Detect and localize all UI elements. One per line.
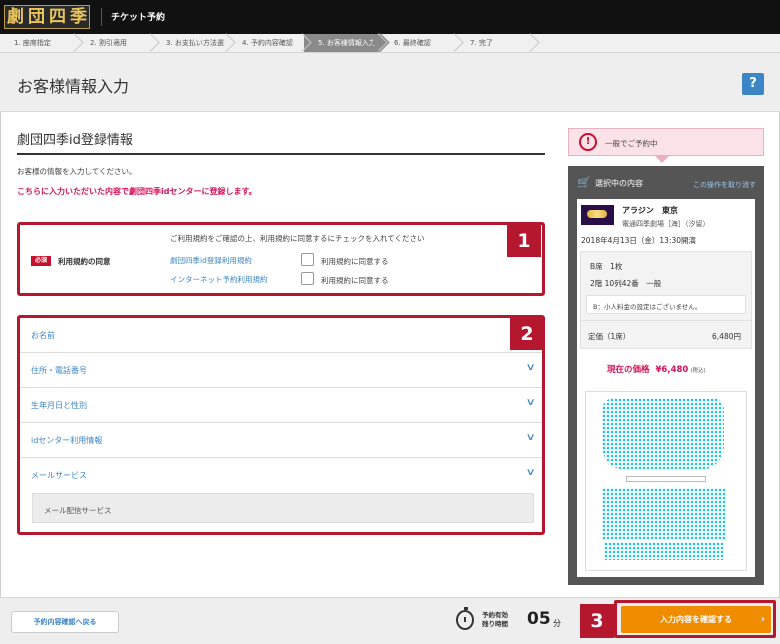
list-price-value: 6,480円 [712, 332, 741, 341]
logo-char: 季 [70, 7, 87, 27]
accordion-birthdate-gender[interactable]: 生年月日と性別 ∨ [20, 388, 542, 423]
selection-summary-panel: 🛒 選択中の内容 この操作を取り消す アラジン 東京 電通四季劇場［海］（汐留）… [568, 166, 764, 585]
logo-char: 劇 [7, 7, 24, 27]
shiki-id-terms-checkbox[interactable] [301, 253, 314, 266]
confirm-button-label: 入力内容を確認する [660, 615, 732, 624]
cart-icon: 🛒 [577, 176, 591, 189]
current-price: 現在の価格 ¥6,480 (税込) [607, 363, 706, 375]
selection-title: 選択中の内容 [595, 179, 643, 188]
alert-icon: ! [579, 133, 597, 151]
confirm-input-button[interactable]: 入力内容を確認する › [621, 606, 771, 633]
checkbox-label[interactable]: 利用規約に同意する [321, 256, 389, 267]
cancel-operation-link[interactable]: この操作を取り消す [693, 180, 756, 190]
accordion-label: 生年月日と性別 [31, 401, 87, 410]
seat-map-rear-section [604, 542, 724, 560]
internet-booking-terms-link[interactable]: インターネット予約利用規約 [170, 274, 268, 285]
required-badge: 必須 [31, 256, 51, 266]
chevron-down-icon: ∨ [525, 432, 536, 443]
section-title: 劇団四季id登録情報 [17, 133, 133, 148]
booking-mode-text: 一般でご予約中 [605, 139, 658, 148]
intro-text: お客様の情報を入力してください。 [17, 167, 137, 176]
seat-map-upper-section [602, 398, 724, 470]
chevron-down-icon: ∨ [525, 397, 536, 408]
step-2: 2. 割引適用 [76, 34, 152, 52]
selection-details: アラジン 東京 電通四季劇場［海］（汐留） 2018年4月13日（金）13:30… [577, 199, 755, 577]
callout-badge-1: 1 [507, 225, 541, 257]
current-price-value: ¥6,480 [655, 365, 689, 375]
booking-mode-status: ! 一般でご予約中 [568, 128, 764, 156]
section-divider [17, 153, 545, 155]
stopwatch-icon [456, 607, 474, 630]
help-icon[interactable]: ? [742, 73, 764, 95]
page-title: お客様情報入力 [17, 77, 130, 96]
accordion-label: 住所・電話番号 [31, 366, 87, 375]
accordion-id-center-info[interactable]: idセンター利用情報 ∨ [20, 423, 542, 458]
shiki-logo[interactable]: 劇 団 四 季 [4, 5, 90, 29]
checkbox-label[interactable]: 利用規約に同意する [321, 275, 389, 286]
seat-note: B：小人料金の設定はございません。 [586, 295, 746, 314]
terms-label: 利用規約の同意 [58, 257, 111, 266]
mail-delivery-service-row[interactable]: メール配信サービス [32, 493, 534, 523]
chevron-right-icon: › [760, 614, 765, 625]
app-title: チケット予約 [111, 13, 166, 23]
show-title: アラジン 東京 [622, 206, 678, 215]
timer-minutes: 05 [527, 609, 551, 629]
seat-number: 2階 10列42番 一般 [590, 279, 662, 288]
chevron-down-icon: ∨ [525, 467, 536, 478]
accordion-label: お名前 [31, 331, 55, 340]
internet-booking-terms-checkbox[interactable] [301, 272, 314, 285]
callout-badge-2: 2 [510, 318, 544, 350]
customer-info-accordion: お名前 住所・電話番号 ∨ 生年月日と性別 ∨ idセンター利用情報 ∨ メール… [17, 315, 545, 535]
seat-map-lower-section [602, 488, 726, 540]
show-thumbnail [581, 205, 614, 225]
seat-map-divider [626, 476, 706, 482]
accordion-name[interactable]: お名前 [20, 318, 542, 353]
mail-delivery-label: メール配信サービス [44, 506, 112, 515]
step-7: 7. 完了 [456, 34, 532, 52]
header-divider [101, 8, 102, 26]
step-5-current: 5. お客様情報入力 [304, 34, 380, 52]
step-4: 4. 予約内容確認 [228, 34, 304, 52]
accordion-mail-service[interactable]: メールサービス ∨ [20, 458, 542, 493]
performance-date: 2018年4月13日（金）13:30開演 [581, 236, 697, 245]
back-to-confirmation-button[interactable]: 予約内容確認へ戻る [11, 611, 119, 633]
chevron-down-icon: ∨ [525, 362, 536, 373]
seat-class: B席 1枚 [590, 262, 623, 271]
logo-char: 団 [28, 7, 45, 27]
timer-unit: 分 [553, 619, 561, 628]
callout-badge-3: 3 [580, 604, 614, 638]
current-price-label: 現在の価格 [607, 365, 650, 375]
timer-label: 予約有効 残り時間 [482, 611, 508, 629]
shiki-id-terms-link[interactable]: 劇団四季id登録利用規約 [170, 255, 252, 266]
timer-label-line: 残り時間 [482, 620, 508, 628]
venue: 電通四季劇場［海］（汐留） [622, 220, 710, 228]
terms-agreement-box: ご利用規約をご確認の上、利用規約に同意するにチェックを入れてください 必須 利用… [17, 222, 545, 296]
step-1: 1. 座席指定 [0, 34, 76, 52]
top-bar: 劇 団 四 季 チケット予約 [0, 0, 780, 34]
accordion-label: idセンター利用情報 [31, 436, 103, 445]
logo-char: 四 [49, 7, 66, 27]
timer-label-line: 予約有効 [482, 611, 508, 619]
tax-included-label: (税込) [690, 368, 706, 374]
progress-steps: 1. 座席指定 2. 割引適用 3. お支払い方法選択 4. 予約内容確認 5.… [0, 34, 780, 65]
accordion-address-phone[interactable]: 住所・電話番号 ∨ [20, 353, 542, 388]
status-pointer [654, 155, 670, 163]
list-price-label: 定価（1席） [588, 332, 631, 341]
seat-map[interactable] [585, 391, 747, 571]
page-header: お客様情報入力 ? [0, 53, 780, 112]
step-3: 3. お支払い方法選択 [152, 34, 228, 65]
list-price-row: 定価（1席） 6,480円 [580, 321, 752, 349]
registration-notice: こちらに入力いただいた内容で劇団四季idセンターに登録します。 [17, 187, 257, 196]
accordion-label: メールサービス [31, 471, 87, 480]
step-6: 6. 最終確認 [380, 34, 456, 52]
terms-instruction: ご利用規約をご確認の上、利用規約に同意するにチェックを入れてください [170, 234, 425, 243]
seat-info: B席 1枚 2階 10列42番 一般 B：小人料金の設定はございません。 [580, 251, 752, 321]
